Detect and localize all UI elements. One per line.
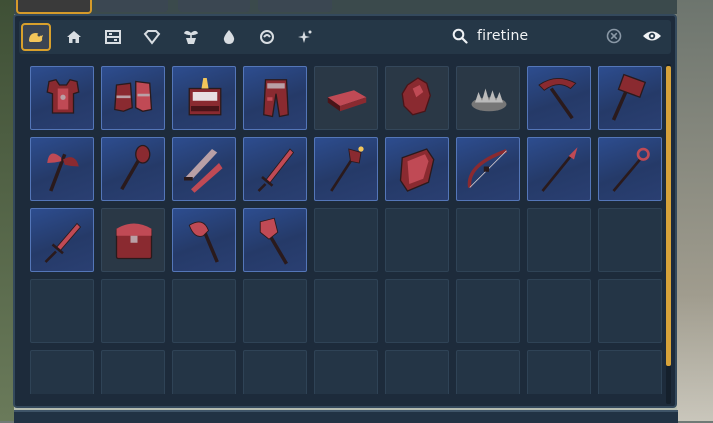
storage-chest-icon [115,223,153,260]
recipe-panel: firetine [13,14,677,408]
sword-icon [257,148,295,192]
category-furniture[interactable] [98,23,128,51]
furniture-icon [105,30,121,44]
filter-toolbar: firetine [19,20,671,54]
crafting-station-icon [188,78,222,116]
water-drop-icon [223,30,235,44]
tab-skills[interactable] [178,0,250,12]
double-axe-icon [47,153,79,192]
tab-equipment[interactable] [96,0,168,12]
mace-icon [120,144,151,191]
eye-icon[interactable] [642,29,662,43]
inventory-slot-empty[interactable] [30,350,94,394]
search-input[interactable]: firetine [477,28,528,44]
inventory-slot-firetine-ore[interactable] [385,66,449,130]
category-liquids[interactable] [214,23,244,51]
inventory-slot-empty[interactable] [101,350,165,394]
bottom-panel-edge [14,410,678,423]
inventory-slot-empty[interactable] [527,350,591,394]
bow-icon [467,149,508,188]
search-icon [452,28,468,44]
home-icon [67,31,81,43]
inventory-scrollbar[interactable] [666,64,671,404]
shovel-icon [259,217,289,265]
spear-icon [541,147,578,192]
inventory-slot-empty[interactable] [527,208,591,272]
axe-icon [188,221,219,263]
inventory-slot-mace[interactable] [101,137,165,201]
inventory-slot-scepter[interactable] [598,137,662,201]
firetine-ore-icon [401,77,431,116]
pickaxe-icon [538,78,577,120]
inventory-slot-axe[interactable] [172,208,236,272]
inventory-slot-empty[interactable] [243,279,307,343]
inventory-slot-empty[interactable] [30,279,94,343]
tab-crafting[interactable] [16,0,92,14]
favorites-icon [29,33,43,42]
inventory-slot-empty[interactable] [314,350,378,394]
swirl-icon [260,30,274,44]
shield-icon [399,148,435,192]
inventory-slot-shield[interactable] [385,137,449,201]
inventory-slot-firetine-bar[interactable] [314,66,378,130]
inventory-slot-empty[interactable] [598,208,662,272]
inventory-slot-empty[interactable] [456,279,520,343]
inventory-slot-hammer[interactable] [598,66,662,130]
inventory-slot-empty[interactable] [172,279,236,343]
category-gems[interactable] [137,23,167,51]
inventory-grid [30,66,666,394]
inventory-slot-empty[interactable] [314,208,378,272]
scepter-icon [612,147,650,192]
inventory-slot-empty[interactable] [101,279,165,343]
inventory-slot-empty[interactable] [456,208,520,272]
category-plants[interactable] [176,23,206,51]
staff-icon [330,146,364,192]
dual-blades-icon [184,149,223,193]
inventory-slot-crafting-station[interactable] [172,66,236,130]
inventory-slot-spear[interactable] [527,137,591,201]
inventory-slot-dual-blades[interactable] [172,137,236,201]
tab-tools[interactable] [258,0,332,12]
firetine-bar-icon [327,90,367,112]
inventory-slot-empty[interactable] [385,279,449,343]
inventory-slot-empty[interactable] [172,350,236,394]
inventory-slot-short-sword[interactable] [30,208,94,272]
inventory-slot-empty[interactable] [598,279,662,343]
inventory-slot-empty[interactable] [385,350,449,394]
inventory-slot-spiked-trap[interactable] [456,66,520,130]
inventory-slot-empty[interactable] [314,279,378,343]
inventory-slot-staff[interactable] [314,137,378,201]
world-background-right [677,0,713,421]
category-magic[interactable] [252,23,282,51]
gem-icon [143,30,161,45]
inventory-slot-shovel[interactable] [243,208,307,272]
clear-search-icon[interactable] [606,28,622,44]
category-home[interactable] [59,23,89,51]
inventory-slot-pickaxe[interactable] [527,66,591,130]
boots-armor-icon [114,80,153,112]
inventory-slot-chestplate-armor[interactable] [30,66,94,130]
inventory-slot-empty[interactable] [456,350,520,394]
leggings-armor-icon [263,79,289,118]
inventory-slot-double-axe[interactable] [30,137,94,201]
inventory-slot-empty[interactable] [243,350,307,394]
inventory-slot-leggings-armor[interactable] [243,66,307,130]
inventory-slot-storage-chest[interactable] [101,208,165,272]
category-special[interactable] [290,23,320,51]
inventory-slot-boots-armor[interactable] [101,66,165,130]
inventory-slot-sword[interactable] [243,137,307,201]
scrollbar-thumb[interactable] [666,66,671,366]
inventory-slot-empty[interactable] [598,350,662,394]
sparkle-icon [298,30,312,43]
inventory-slot-empty[interactable] [527,279,591,343]
spiked-trap-icon [471,88,507,112]
inventory-slot-empty[interactable] [385,208,449,272]
world-background-left [0,0,14,421]
hammer-icon [611,73,647,121]
chestplate-armor-icon [46,79,80,114]
plant-icon [183,30,199,44]
category-favorites[interactable] [21,23,51,51]
inventory-slot-bow[interactable] [456,137,520,201]
short-sword-icon [44,222,82,263]
